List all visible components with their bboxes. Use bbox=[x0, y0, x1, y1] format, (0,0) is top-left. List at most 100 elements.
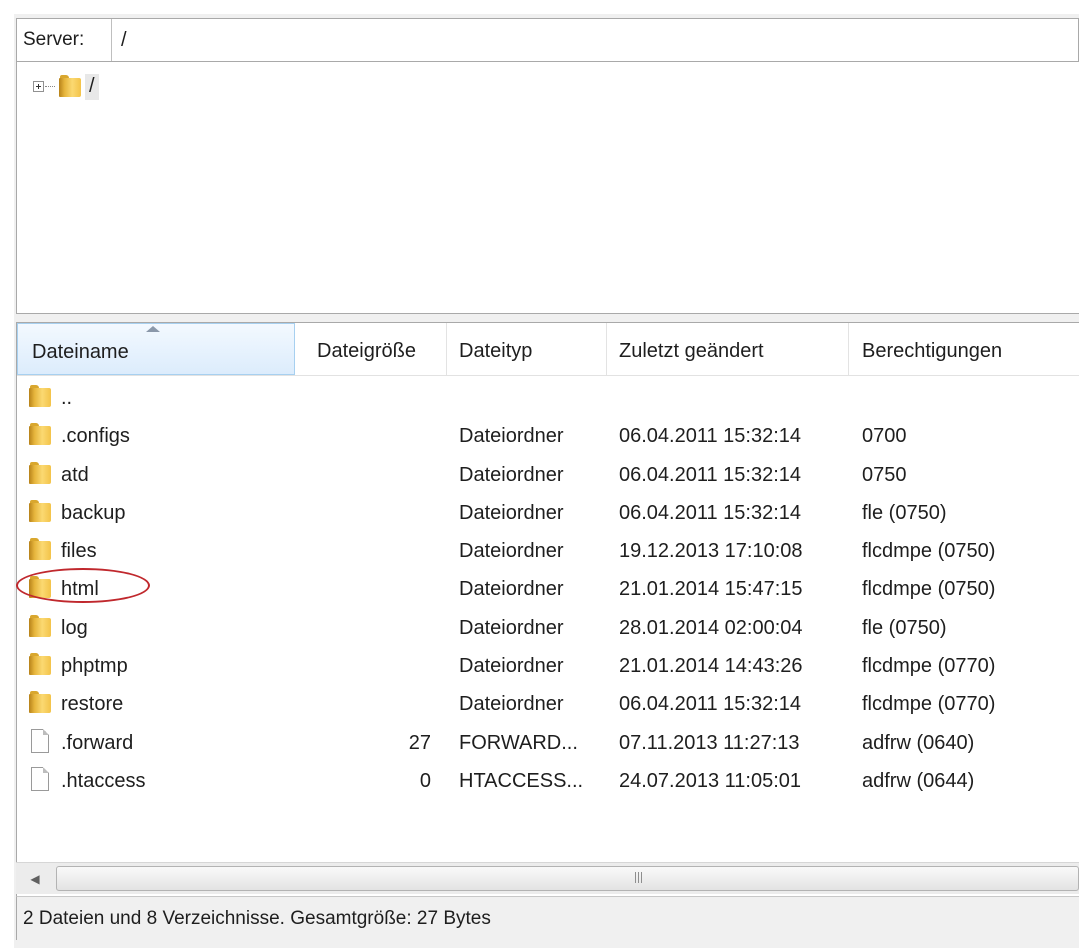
cell-type: Dateiordner bbox=[459, 425, 564, 448]
cell-modified: 24.07.2013 11:05:01 bbox=[619, 769, 802, 792]
cell-permissions: flcdmpe (0750) bbox=[862, 540, 996, 563]
table-row[interactable]: .. bbox=[17, 378, 1079, 416]
row-icon bbox=[27, 537, 53, 567]
row-icon bbox=[27, 728, 49, 759]
folder-icon bbox=[27, 422, 53, 446]
cell-size bbox=[293, 455, 431, 493]
folder-icon bbox=[27, 690, 53, 714]
folder-icon bbox=[27, 614, 53, 638]
cell-type: Dateiordner bbox=[459, 693, 564, 716]
row-icon bbox=[27, 461, 53, 491]
row-icon bbox=[27, 614, 53, 644]
column-header-modified-label: Zuletzt geändert bbox=[619, 340, 764, 362]
cell-permissions: flcdmpe (0750) bbox=[862, 578, 996, 601]
server-divider bbox=[111, 19, 112, 61]
table-row[interactable]: files Dateiordner 19.12.2013 17:10:08 flcdm… bbox=[17, 531, 1079, 569]
tree-node-label[interactable]: / bbox=[85, 74, 99, 100]
cell-permissions: 0700 bbox=[862, 425, 907, 448]
cell-type: Dateiordner bbox=[459, 655, 564, 678]
column-header-size-label: Dateigröße bbox=[317, 340, 416, 362]
cell-name: log bbox=[61, 616, 88, 639]
cell-permissions: fle (0750) bbox=[862, 501, 947, 524]
cell-type: FORWARD... bbox=[459, 731, 578, 754]
cell-permissions: adfrw (0640) bbox=[862, 731, 975, 754]
horizontal-scrollbar[interactable]: ◀ bbox=[16, 862, 1079, 894]
folder-icon bbox=[27, 537, 53, 561]
table-row[interactable]: .htaccess 0 HTACCESS... 24.07.2013 11:05:01… bbox=[17, 761, 1079, 799]
cell-type: Dateiordner bbox=[459, 616, 564, 639]
server-path-input[interactable] bbox=[121, 19, 1021, 61]
cell-name: atd bbox=[61, 463, 89, 486]
table-row[interactable]: atd Dateiordner 06.04.2011 15:32:14 0750 bbox=[17, 455, 1079, 493]
cell-permissions: flcdmpe (0770) bbox=[862, 693, 996, 716]
cell-modified: 19.12.2013 17:10:08 bbox=[619, 540, 803, 563]
row-icon bbox=[27, 384, 53, 414]
row-icon bbox=[27, 766, 49, 797]
table-row[interactable]: html Dateiordner 21.01.2014 15:47:15 flcdmp… bbox=[17, 569, 1079, 607]
cell-name: files bbox=[61, 540, 97, 563]
tree-connector bbox=[45, 86, 55, 87]
file-list: Dateiname Dateigröße Dateityp Zuletzt ge… bbox=[16, 322, 1079, 900]
status-text: 2 Dateien und 8 Verzeichnisse. Gesamtgrö… bbox=[23, 908, 491, 929]
column-header-name[interactable]: Dateiname bbox=[17, 323, 295, 375]
cell-size bbox=[293, 684, 431, 722]
directory-tree: / bbox=[16, 62, 1079, 314]
column-header-type-label: Dateityp bbox=[459, 340, 533, 362]
file-icon bbox=[31, 766, 49, 791]
cell-permissions: adfrw (0644) bbox=[862, 769, 975, 792]
column-header-size[interactable]: Dateigröße bbox=[295, 323, 447, 375]
table-row[interactable]: .configs Dateiordner 06.04.2011 15:32:14 07… bbox=[17, 416, 1079, 454]
cell-name: phptmp bbox=[61, 655, 128, 678]
column-header-permissions-label: Berechtigungen bbox=[862, 340, 1003, 362]
server-label: Server: bbox=[23, 29, 85, 50]
row-icon bbox=[27, 422, 53, 452]
row-icon bbox=[27, 575, 53, 605]
cell-modified: 21.01.2014 14:43:26 bbox=[619, 655, 803, 678]
scrollbar-thumb[interactable] bbox=[56, 866, 1079, 891]
cell-size bbox=[293, 493, 431, 531]
cell-type: Dateiordner bbox=[459, 501, 564, 524]
cell-modified: 07.11.2013 11:27:13 bbox=[619, 731, 800, 754]
cell-permissions: flcdmpe (0770) bbox=[862, 655, 996, 678]
table-row[interactable]: backup Dateiordner 06.04.2011 15:32:14 fle … bbox=[17, 493, 1079, 531]
row-icon bbox=[27, 652, 53, 682]
table-row[interactable]: .forward 27 FORWARD... 07.11.2013 11:27:13 a… bbox=[17, 723, 1079, 761]
column-header-modified[interactable]: Zuletzt geändert bbox=[607, 323, 849, 375]
cell-type: Dateiordner bbox=[459, 578, 564, 601]
cell-size bbox=[293, 569, 431, 607]
column-header-permissions[interactable]: Berechtigungen bbox=[849, 323, 1079, 375]
cell-size bbox=[293, 646, 431, 684]
column-header-type[interactable]: Dateityp bbox=[447, 323, 607, 375]
cell-permissions: 0750 bbox=[862, 463, 907, 486]
scroll-left-arrow-icon[interactable]: ◀ bbox=[22, 863, 48, 895]
table-row[interactable]: phptmp Dateiordner 21.01.2014 14:43:26 flcd… bbox=[17, 646, 1079, 684]
cell-name: .. bbox=[61, 387, 73, 409]
expand-icon[interactable] bbox=[33, 81, 44, 92]
cell-modified: 06.04.2011 15:32:14 bbox=[619, 693, 802, 716]
folder-icon bbox=[27, 652, 53, 676]
cell-size bbox=[293, 378, 431, 416]
folder-icon bbox=[27, 575, 53, 599]
column-header-name-label: Dateiname bbox=[32, 341, 129, 363]
cell-type: Dateiordner bbox=[459, 540, 564, 563]
cell-name: .forward bbox=[61, 731, 134, 754]
folder-icon bbox=[27, 461, 53, 485]
cell-name: .htaccess bbox=[61, 769, 146, 792]
folder-icon bbox=[27, 499, 53, 523]
file-rows: .. .configs Dateiordner 06.04.2011 15:32:14… bbox=[17, 378, 1079, 799]
table-row[interactable]: log Dateiordner 28.01.2014 02:00:04 fle (07… bbox=[17, 608, 1079, 646]
sort-ascending-icon bbox=[146, 326, 160, 332]
cell-modified: 28.01.2014 02:00:04 bbox=[619, 616, 803, 639]
folder-icon bbox=[57, 74, 83, 98]
scrollbar-grip-icon bbox=[633, 872, 645, 884]
row-icon bbox=[27, 690, 53, 720]
cell-modified: 06.04.2011 15:32:14 bbox=[619, 463, 802, 486]
folder-icon bbox=[27, 384, 53, 408]
file-icon bbox=[31, 728, 49, 753]
cell-size bbox=[293, 416, 431, 454]
cell-size: 0 bbox=[419, 769, 431, 792]
table-row[interactable]: restore Dateiordner 06.04.2011 15:32:14 flc… bbox=[17, 684, 1079, 722]
cell-size bbox=[293, 531, 431, 569]
cell-name: .configs bbox=[61, 425, 130, 448]
cell-type: Dateiordner bbox=[459, 463, 564, 486]
